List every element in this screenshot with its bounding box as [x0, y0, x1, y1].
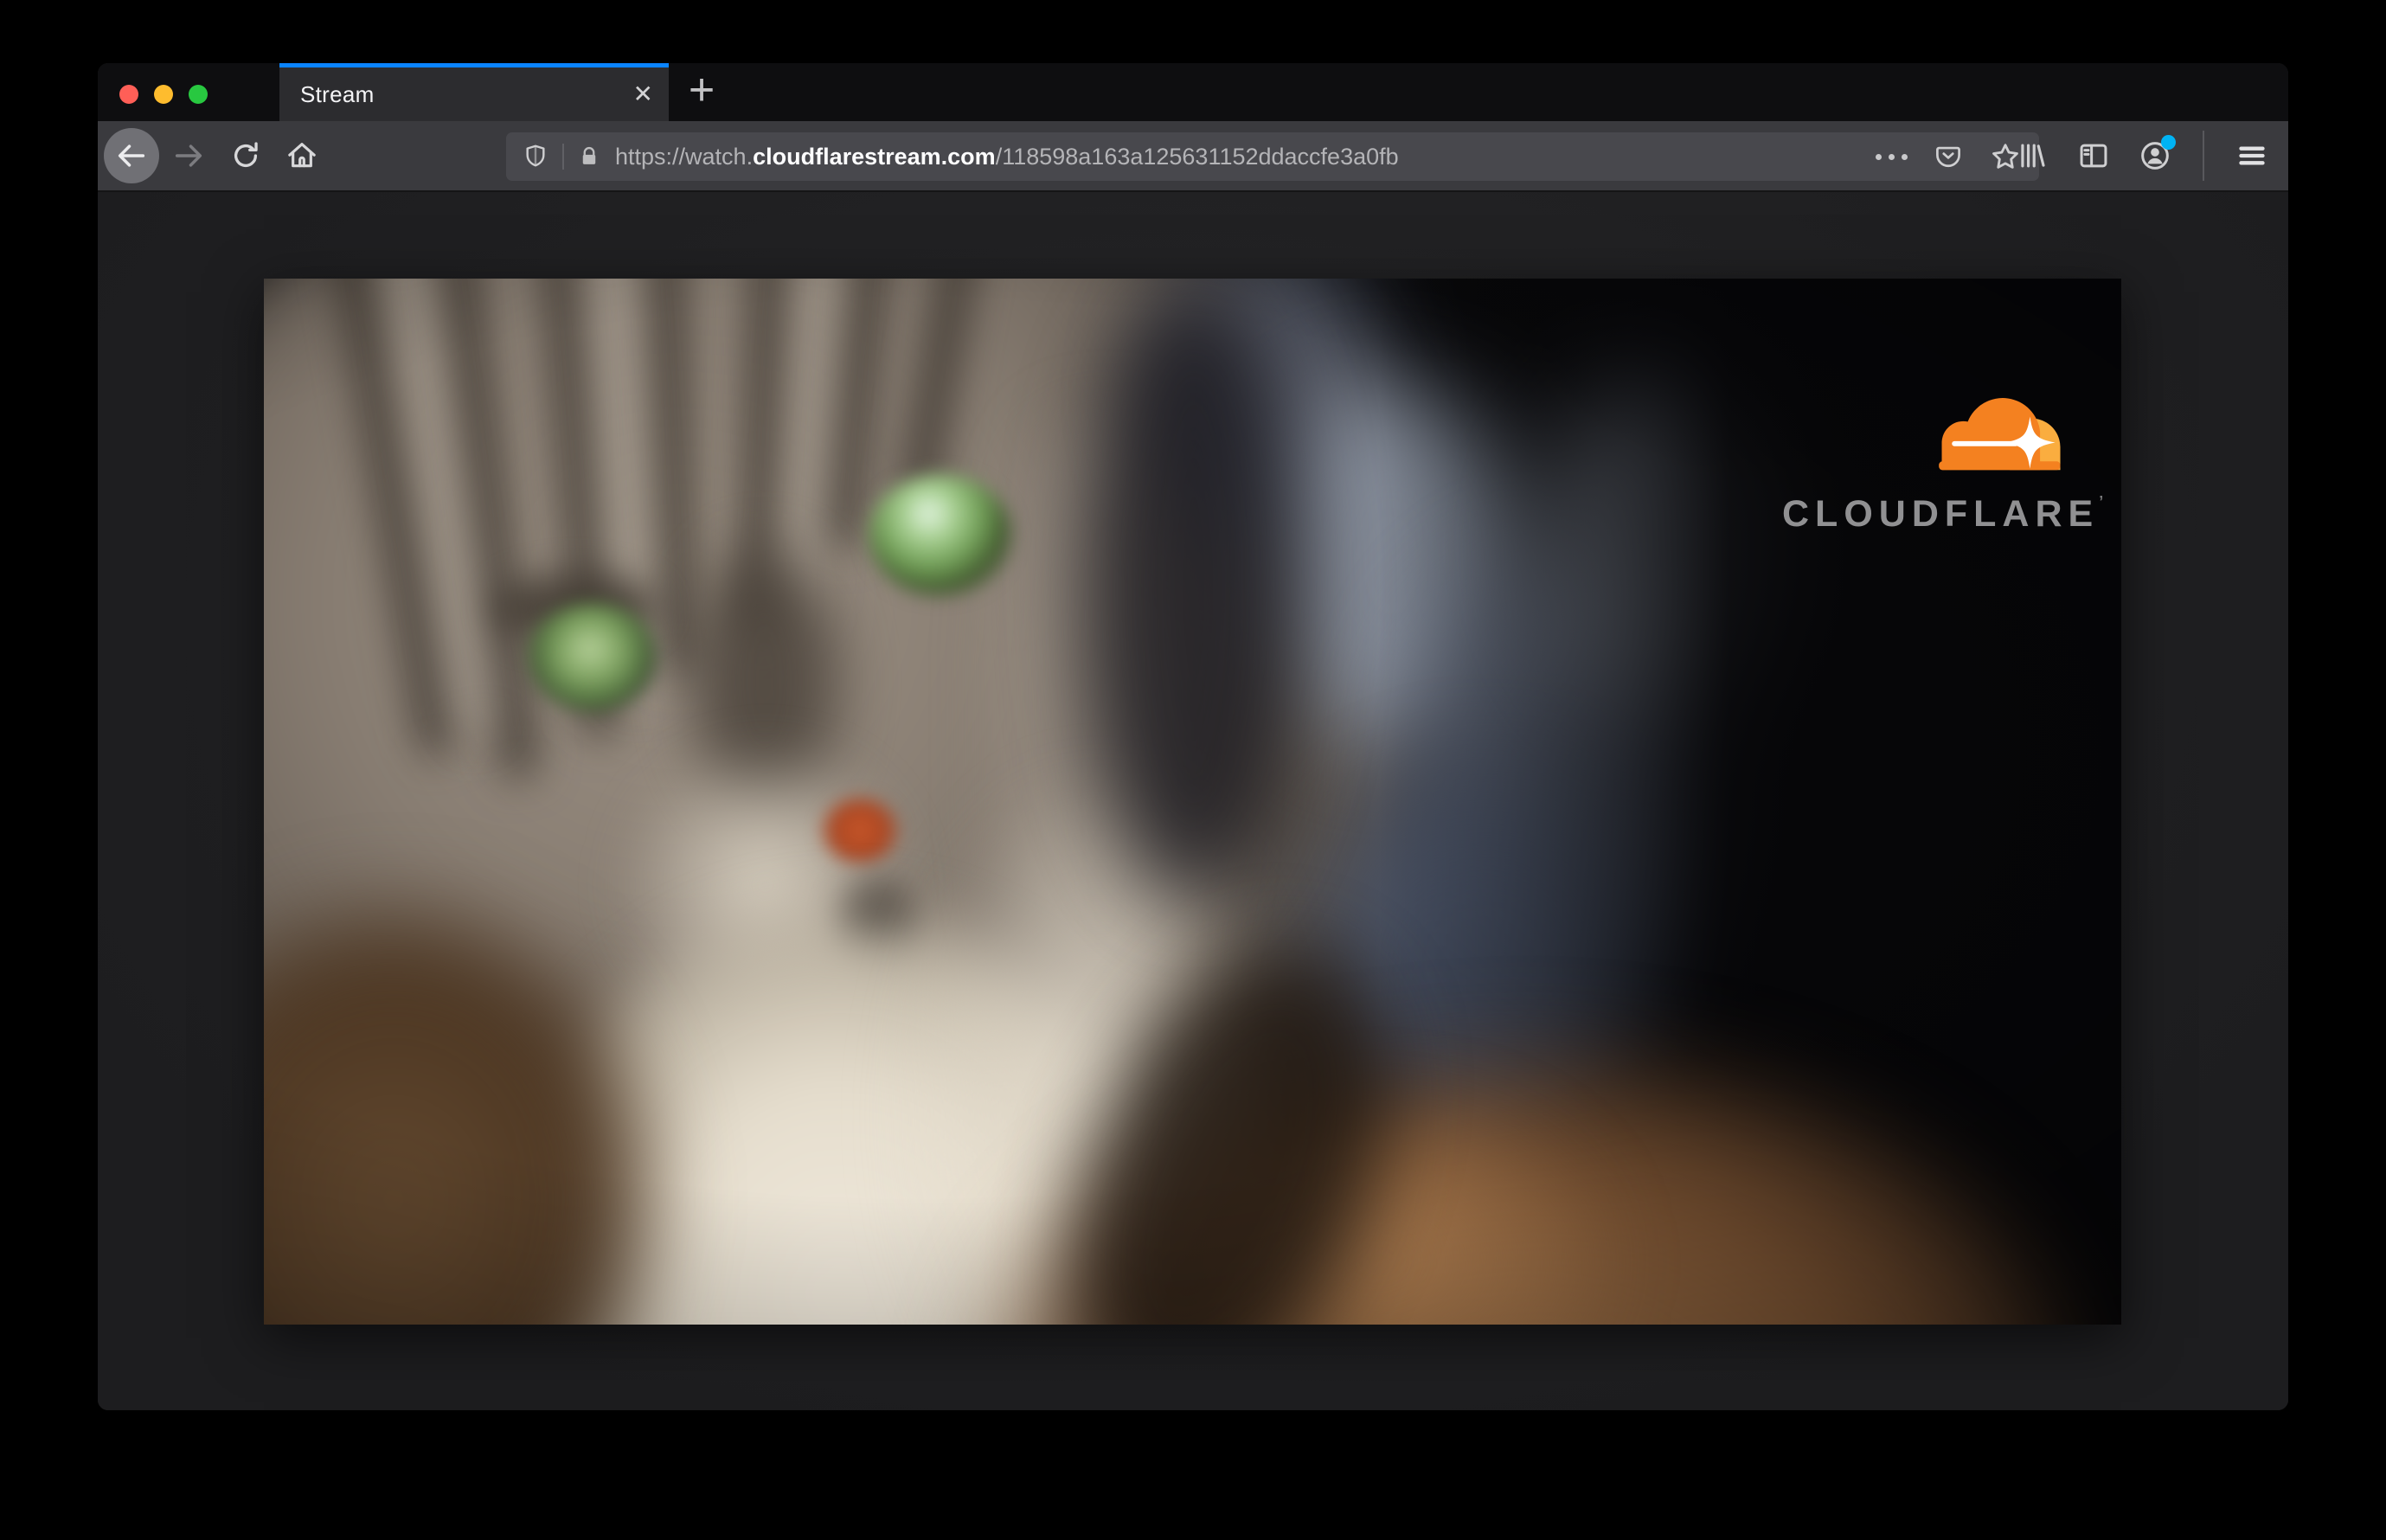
tab-bar: Stream ✕ +: [98, 63, 2288, 121]
window-close-button[interactable]: [119, 85, 138, 104]
urlbar-separator: [562, 144, 564, 170]
new-tab-button[interactable]: +: [676, 63, 728, 117]
sidebar-icon: [2077, 139, 2110, 172]
back-button[interactable]: [104, 128, 159, 183]
forward-button[interactable]: [166, 133, 211, 178]
tab-title: Stream: [300, 80, 375, 107]
url-prefix: https://watch.: [615, 143, 754, 170]
forward-arrow-icon: [171, 138, 206, 173]
sidebar-button[interactable]: [2075, 137, 2113, 175]
back-arrow-icon: [114, 138, 149, 173]
cloudflare-logo: CLOUDFLARE’: [1782, 362, 2104, 536]
account-button[interactable]: [2136, 135, 2176, 175]
cloudflare-wordmark: CLOUDFLARE’: [1782, 493, 2104, 535]
account-notification-dot: [2161, 135, 2176, 150]
window-zoom-button[interactable]: [189, 85, 208, 104]
page-actions-icon[interactable]: [1876, 153, 1908, 160]
urlbar-actions: [1876, 140, 2022, 173]
desktop-background: Stream ✕ + https://watch.cloudflarestrea…: [0, 0, 2386, 1540]
tab-close-icon[interactable]: ✕: [633, 82, 653, 106]
url-domain: cloudflarestream.com: [753, 143, 996, 170]
window-minimize-button[interactable]: [154, 85, 173, 104]
browser-window: Stream ✕ + https://watch.cloudflarestrea…: [98, 63, 2288, 1410]
url-path: /118598a163a125631152ddaccfe3a0fb: [995, 143, 1399, 170]
tracking-protection-shield-icon[interactable]: [522, 143, 549, 170]
url-text[interactable]: https://watch.cloudflarestream.com/11859…: [615, 144, 1858, 170]
cloudflare-cloud-icon: [1939, 398, 2061, 471]
library-icon: [2016, 139, 2049, 172]
toolbar-separator: [2203, 131, 2204, 181]
menu-button[interactable]: [2233, 137, 2271, 175]
video-player[interactable]: CLOUDFLARE’: [264, 279, 2121, 1325]
home-icon: [285, 138, 319, 173]
navigation-toolbar: https://watch.cloudflarestream.com/11859…: [98, 121, 2288, 192]
url-bar[interactable]: https://watch.cloudflarestream.com/11859…: [506, 132, 2039, 181]
hamburger-menu-icon: [2235, 138, 2269, 173]
lock-icon[interactable]: [577, 144, 601, 170]
reload-icon: [229, 139, 262, 172]
reload-button[interactable]: [223, 133, 268, 178]
traffic-lights: [119, 85, 208, 104]
home-button[interactable]: [279, 133, 324, 178]
pocket-icon[interactable]: [1934, 142, 1963, 171]
library-button[interactable]: [2013, 137, 2051, 175]
page-content: CLOUDFLARE’: [98, 192, 2288, 1410]
toolbar-right-cluster: [2013, 121, 2271, 190]
tab-stream[interactable]: Stream ✕: [279, 63, 669, 121]
